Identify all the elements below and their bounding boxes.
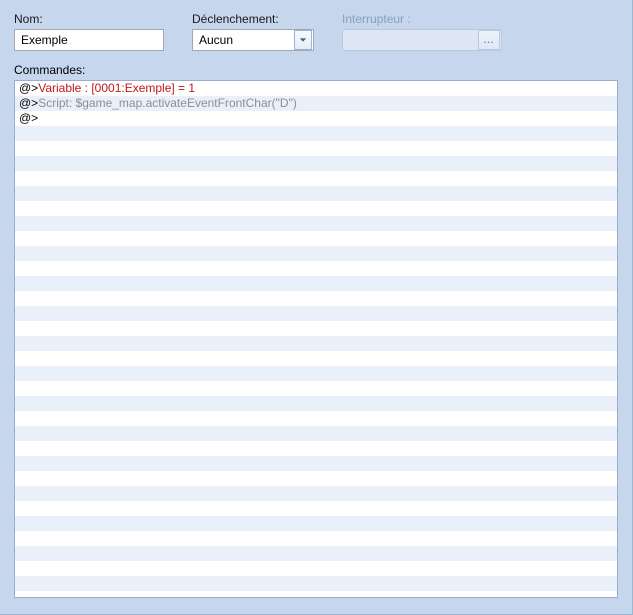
command-line-empty[interactable] (15, 381, 617, 396)
command-line-empty[interactable] (15, 276, 617, 291)
command-line-empty[interactable] (15, 171, 617, 186)
command-prefix: @> (19, 81, 38, 95)
command-line-empty[interactable] (15, 471, 617, 486)
command-line-empty[interactable] (15, 336, 617, 351)
command-line-empty[interactable] (15, 486, 617, 501)
command-line-empty[interactable] (15, 156, 617, 171)
command-line-empty[interactable] (15, 576, 617, 591)
switch-field: ... (342, 29, 502, 51)
command-line[interactable]: @>Script: $game_map.activateEventFrontCh… (15, 96, 617, 111)
command-line-empty[interactable] (15, 396, 617, 411)
command-line-empty[interactable] (15, 186, 617, 201)
command-line-empty[interactable] (15, 291, 617, 306)
command-line[interactable]: @>Variable : [0001:Exemple] = 1 (15, 81, 617, 96)
ellipsis-icon: ... (484, 35, 495, 45)
command-prefix: @> (19, 96, 38, 110)
command-line-empty[interactable] (15, 216, 617, 231)
command-line-empty[interactable] (15, 201, 617, 216)
trigger-label: Déclenchement: (192, 12, 314, 26)
command-line-empty[interactable] (15, 426, 617, 441)
name-label: Nom: (14, 12, 164, 26)
command-text: Variable : [0001:Exemple] = 1 (38, 81, 195, 95)
command-line-empty[interactable] (15, 561, 617, 576)
commands-label: Commandes: (14, 63, 618, 77)
command-text: Script: $game_map.activateEventFrontChar… (38, 96, 297, 110)
command-line-empty[interactable] (15, 141, 617, 156)
command-line[interactable]: @> (15, 111, 617, 126)
commands-list[interactable]: @>Variable : [0001:Exemple] = 1@>Script:… (14, 80, 618, 598)
select-dropdown-button[interactable] (294, 30, 312, 50)
name-input[interactable] (14, 29, 164, 51)
trigger-select[interactable]: Aucun (192, 29, 314, 51)
command-line-empty[interactable] (15, 366, 617, 381)
command-line-empty[interactable] (15, 321, 617, 336)
command-line-empty[interactable] (15, 456, 617, 471)
command-line-empty[interactable] (15, 411, 617, 426)
command-line-empty[interactable] (15, 246, 617, 261)
command-line-empty[interactable] (15, 531, 617, 546)
command-line-empty[interactable] (15, 261, 617, 276)
command-line-empty[interactable] (15, 501, 617, 516)
command-line-empty[interactable] (15, 516, 617, 531)
command-line-empty[interactable] (15, 126, 617, 141)
trigger-value: Aucun (193, 33, 293, 47)
command-line-empty[interactable] (15, 441, 617, 456)
chevron-down-icon (299, 33, 307, 47)
command-line-empty[interactable] (15, 306, 617, 321)
command-prefix: @> (19, 111, 38, 125)
switch-label: Interrupteur : (342, 12, 502, 26)
command-line-empty[interactable] (15, 351, 617, 366)
command-line-empty[interactable] (15, 546, 617, 561)
switch-browse-button[interactable]: ... (478, 30, 500, 50)
command-line-empty[interactable] (15, 231, 617, 246)
